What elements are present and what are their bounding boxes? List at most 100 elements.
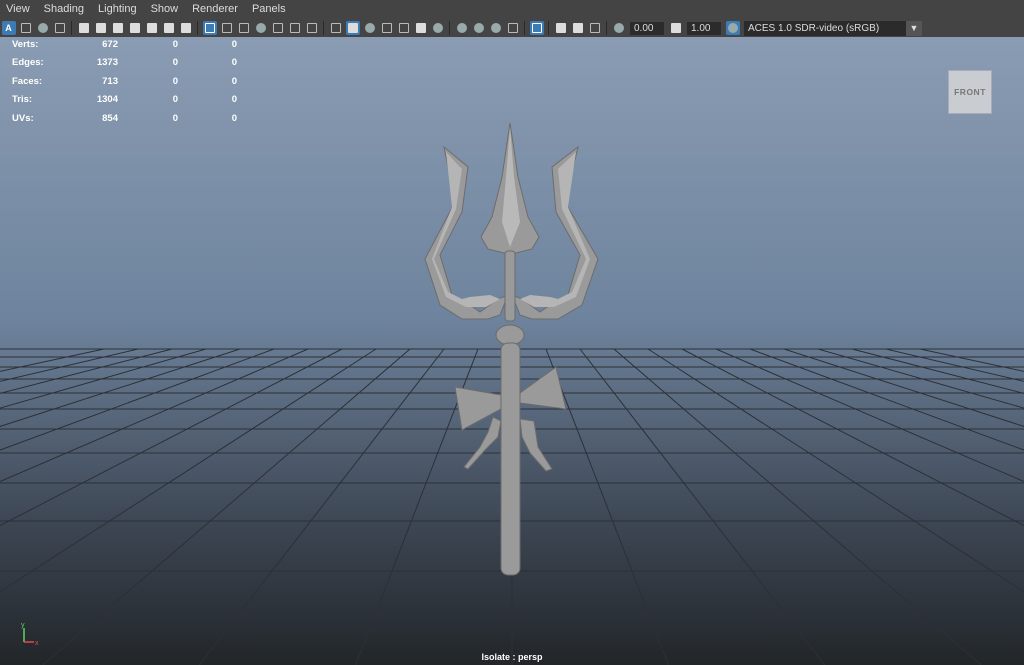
gamma-icon — [670, 23, 681, 33]
bookmark-flag-button[interactable] — [128, 21, 142, 35]
tumble-button[interactable] — [94, 21, 108, 35]
gamma-field[interactable] — [687, 21, 721, 35]
material-sphere-icon — [364, 23, 375, 33]
menu-view[interactable]: View — [0, 0, 37, 19]
chevron-down-icon[interactable]: ▼ — [906, 20, 922, 36]
toolbar-separator — [524, 21, 525, 35]
xray-joints-button[interactable] — [588, 21, 602, 35]
exposure-field[interactable] — [630, 21, 664, 35]
smooth-shade-button[interactable] — [345, 21, 360, 35]
stat-label: Edges: — [12, 57, 44, 69]
bookmarks-button[interactable] — [36, 21, 50, 35]
gate-mask-icon — [255, 23, 266, 33]
safe-action-button[interactable] — [288, 21, 302, 35]
trident-knob — [495, 324, 525, 346]
view-cube[interactable]: FRONT — [948, 70, 992, 114]
stat-label: Faces: — [12, 75, 43, 87]
scene-canvas — [0, 122, 1024, 665]
axis-gizmo-icon: y x — [21, 622, 39, 647]
ao-sphere-icon — [456, 23, 467, 33]
camera-track-icon — [112, 23, 123, 33]
camera-tumble-icon — [95, 23, 106, 33]
stat-value: 0 — [172, 75, 178, 87]
color-management-button[interactable] — [725, 21, 740, 35]
stat-value: 0 — [231, 57, 237, 69]
menu-renderer[interactable]: Renderer — [185, 0, 245, 19]
grease-pencil-button[interactable] — [145, 21, 159, 35]
stat-value: 713 — [102, 75, 118, 87]
checker-icon — [398, 23, 409, 33]
exposure-button[interactable] — [612, 21, 626, 35]
view-transform-dropdown[interactable]: ACES 1.0 SDR-video (sRGB) ▼ — [744, 20, 922, 36]
grid-line — [0, 348, 139, 382]
grid-line — [0, 348, 343, 527]
lighting-button[interactable] — [414, 21, 428, 35]
resolution-gate-icon — [238, 23, 249, 33]
safe-title-icon — [306, 23, 317, 33]
exposure-icon — [613, 23, 624, 33]
stat-label: Verts: — [12, 39, 39, 50]
textured-button[interactable] — [397, 21, 411, 35]
image-plane-button[interactable] — [53, 21, 67, 35]
trident-neck — [504, 250, 516, 322]
pencil-icon — [146, 23, 157, 33]
xray-joints-icon — [589, 23, 600, 33]
light-bulb-icon — [415, 23, 426, 33]
viewport-persp[interactable]: Verts: 672 0 0 Edges: 1373 0 0 Faces: 71… — [0, 37, 1024, 665]
menu-lighting[interactable]: Lighting — [91, 0, 144, 19]
camera-status-label: Isolate : persp — [481, 652, 543, 662]
xray-active-button[interactable] — [571, 21, 585, 35]
paint-button[interactable] — [179, 21, 193, 35]
anti-alias-icon — [490, 23, 501, 33]
stat-label: UVs: — [12, 112, 34, 124]
grid-line — [647, 348, 1024, 593]
wireframe-on-shaded-button[interactable] — [380, 21, 394, 35]
grid-toggle-button[interactable] — [202, 21, 217, 35]
xray-button[interactable] — [554, 21, 568, 35]
isolate-icon — [531, 23, 542, 33]
wireframe-button[interactable] — [329, 21, 343, 35]
xray-active-icon — [572, 23, 583, 33]
menu-shading[interactable]: Shading — [37, 0, 91, 19]
safe-title-button[interactable] — [305, 21, 319, 35]
isolate-select-button[interactable] — [529, 21, 544, 35]
color-management-icon — [727, 23, 738, 33]
toolbar-separator — [71, 21, 72, 35]
gate-mask-button[interactable] — [254, 21, 268, 35]
panel-toolbar: A ACES 1.0 SDR-video (sRGB) ▼ — [0, 19, 1024, 37]
field-chart-button[interactable] — [271, 21, 285, 35]
menu-show[interactable]: Show — [144, 0, 186, 19]
stat-value: 0 — [231, 39, 237, 50]
pan-zoom-icon — [163, 23, 174, 33]
bookmarks-icon — [37, 23, 48, 33]
depth-of-field-button[interactable] — [506, 21, 520, 35]
film-gate-button[interactable] — [220, 21, 234, 35]
stat-value: 672 — [102, 39, 118, 50]
grid-line — [42, 348, 411, 665]
menu-panels[interactable]: Panels — [245, 0, 293, 19]
grid-line — [817, 348, 1024, 409]
grid-line — [715, 348, 1024, 483]
axis-x-label: x — [35, 640, 39, 647]
stat-value: 0 — [172, 57, 178, 69]
track-button[interactable] — [111, 21, 125, 35]
trident-shaft — [500, 342, 521, 576]
select-camera-button[interactable]: A — [1, 21, 16, 35]
motion-blur-icon — [473, 23, 484, 33]
image-plane-icon — [54, 23, 65, 33]
default-material-button[interactable] — [363, 21, 377, 35]
resolution-gate-button[interactable] — [237, 21, 251, 35]
camera-lock-button[interactable] — [77, 21, 91, 35]
gamma-button[interactable] — [669, 21, 683, 35]
stat-row-verts: Verts: 672 0 0 — [12, 39, 252, 57]
camera-attributes-button[interactable] — [19, 21, 33, 35]
grid-line — [545, 348, 669, 665]
grid-line — [0, 348, 207, 409]
pan-zoom-button[interactable] — [162, 21, 176, 35]
motion-blur-button[interactable] — [472, 21, 486, 35]
grid-line — [579, 348, 826, 665]
screen-space-ao-button[interactable] — [455, 21, 469, 35]
grid-line — [0, 348, 309, 483]
anti-aliasing-button[interactable] — [489, 21, 503, 35]
shadows-button[interactable] — [431, 21, 445, 35]
